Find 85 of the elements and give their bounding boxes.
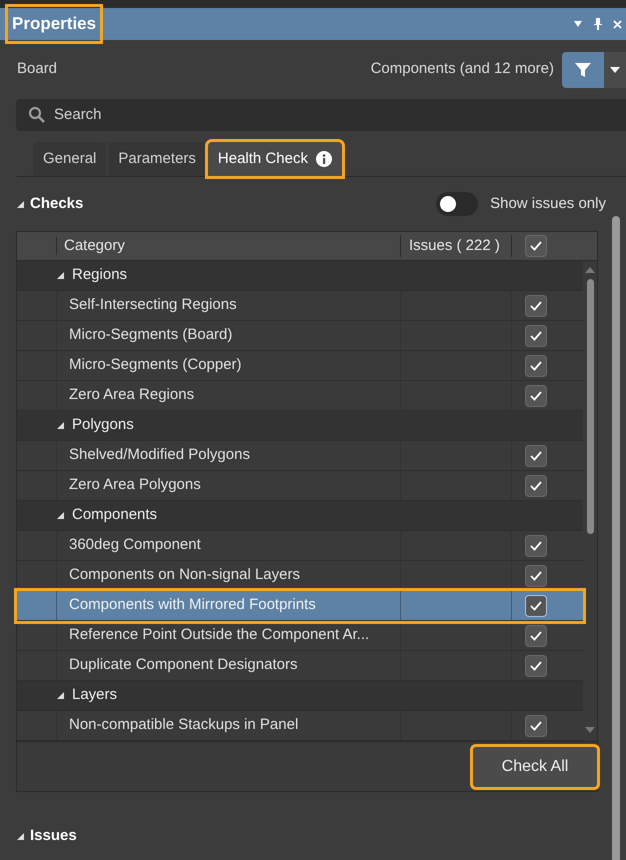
table-cell-text: Zero Area Polygons <box>68 475 202 496</box>
checkmark-icon <box>529 660 543 672</box>
table-row[interactable]: Zero Area Regions <box>17 381 584 412</box>
collapse-triangle-icon[interactable] <box>17 832 24 840</box>
scroll-down-icon[interactable] <box>585 727 596 734</box>
checkbox[interactable] <box>525 444 547 467</box>
table-row[interactable]: Reference Point Outside the Component Ar... <box>17 621 584 652</box>
checkmark-icon <box>529 480 543 492</box>
table-cell-text: Self-Intersecting Regions <box>68 295 238 316</box>
checkmark-icon <box>529 540 543 552</box>
table-cell-text: Reference Point Outside the Component Ar... <box>68 625 370 646</box>
checkmark-icon <box>529 390 543 402</box>
column-header[interactable]: Issues ( 222 ) <box>400 234 512 258</box>
search-input[interactable]: Search <box>54 104 626 127</box>
table-cell-text: 360deg Component <box>68 535 202 556</box>
caret-icon <box>610 66 620 73</box>
close-icon[interactable] <box>613 20 622 28</box>
checkbox[interactable] <box>525 624 547 647</box>
checkmark-icon <box>529 360 543 372</box>
filter-summary: Components (and 12 more) <box>370 59 554 80</box>
checkbox[interactable] <box>525 324 547 347</box>
table-cell-text: Zero Area Regions <box>68 385 196 406</box>
table-row[interactable]: Duplicate Component Designators <box>17 651 584 682</box>
tab[interactable]: Health Check <box>208 142 342 176</box>
table-cell-text: Micro-Segments (Board) <box>68 325 234 346</box>
checkbox[interactable] <box>525 474 547 497</box>
checkmark-icon <box>529 330 543 342</box>
check-all-button[interactable]: Check All <box>473 746 597 787</box>
dropdown-icon[interactable] <box>573 20 583 28</box>
section-title: Issues <box>30 826 77 846</box>
tab[interactable]: General <box>33 142 106 176</box>
group-label: Layers <box>72 685 118 706</box>
table-cell-text: Non-compatible Stackups in Panel <box>68 715 300 736</box>
info-icon <box>316 151 332 168</box>
table-cell-text: Components on Non-signal Layers <box>68 565 301 586</box>
checkbox[interactable] <box>525 354 547 377</box>
group-label: Polygons <box>72 415 134 436</box>
table-row[interactable]: Shelved/Modified Polygons <box>17 441 584 472</box>
toggle-label: Show issues only <box>490 194 606 214</box>
group-label: Components <box>72 505 158 526</box>
collapse-triangle-icon[interactable] <box>57 272 64 280</box>
column-header[interactable]: Category <box>57 234 400 258</box>
checkbox[interactable] <box>525 594 547 617</box>
checkmark-icon <box>529 720 543 732</box>
table-row[interactable]: Zero Area Polygons <box>17 471 584 502</box>
panel-title: Properties <box>8 7 100 41</box>
filter-icon <box>574 60 592 79</box>
table-row[interactable]: Components with Mirrored Footprints <box>17 591 584 622</box>
collapse-triangle-icon[interactable] <box>57 422 64 430</box>
checkmark-icon <box>529 300 543 312</box>
search-icon <box>28 106 46 124</box>
table-cell-text: Components with Mirrored Footprints <box>68 595 317 616</box>
section-title: Checks <box>30 194 84 214</box>
collapse-triangle-icon[interactable] <box>57 512 64 520</box>
checkbox[interactable] <box>525 714 547 737</box>
table-cell-text: Duplicate Component Designators <box>68 655 298 676</box>
filter-dropdown-button[interactable] <box>604 52 626 88</box>
checkbox[interactable] <box>525 294 547 317</box>
table-row[interactable]: 360deg Component <box>17 531 584 562</box>
checkbox[interactable] <box>525 534 547 557</box>
checkmark-icon <box>529 570 543 582</box>
group-label: Regions <box>72 265 128 286</box>
checkmark-icon <box>529 600 543 612</box>
table-row[interactable]: Non-compatible Stackups in Panel <box>17 711 584 742</box>
checkmark-icon <box>529 450 543 462</box>
checkbox[interactable] <box>525 654 547 677</box>
collapse-triangle-icon[interactable] <box>57 692 64 700</box>
search-field[interactable]: Search <box>16 99 626 132</box>
checkbox[interactable] <box>525 564 547 587</box>
checkbox[interactable] <box>525 384 547 407</box>
pin-icon[interactable] <box>593 18 603 30</box>
tab[interactable]: Parameters <box>108 142 206 176</box>
table-row[interactable]: Micro-Segments (Board) <box>17 321 584 352</box>
table-cell-text: Shelved/Modified Polygons <box>68 445 251 466</box>
checkbox[interactable] <box>525 235 547 258</box>
scroll-up-icon[interactable] <box>585 267 596 274</box>
collapse-triangle-icon[interactable] <box>17 200 24 208</box>
table-row[interactable]: Self-Intersecting Regions <box>17 291 584 322</box>
filter-button[interactable] <box>562 52 604 88</box>
table-cell-text: Micro-Segments (Copper) <box>68 355 243 376</box>
checkmark-icon <box>529 240 543 252</box>
table-row[interactable]: Micro-Segments (Copper) <box>17 351 584 382</box>
object-type-label: Board <box>17 59 58 80</box>
toggle-switch[interactable] <box>436 192 478 216</box>
checkmark-icon <box>529 630 543 642</box>
